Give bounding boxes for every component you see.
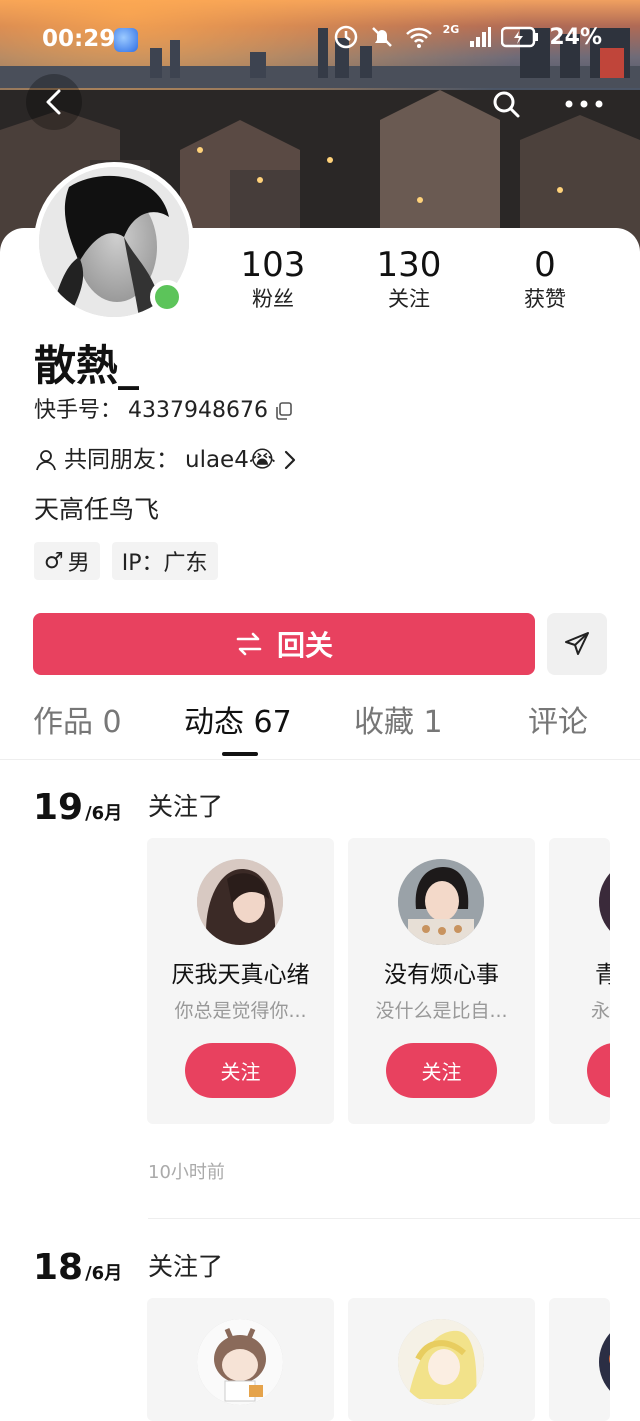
male-icon: ♂ xyxy=(44,548,64,574)
stat-label: 关注 xyxy=(388,287,430,311)
tab-moments[interactable]: 动态 67 xyxy=(184,700,292,746)
user-id-value: 4337948676 xyxy=(128,398,268,423)
follow-button[interactable]: 关注 xyxy=(386,1043,497,1098)
back-button[interactable] xyxy=(26,74,82,130)
swap-icon xyxy=(236,632,262,656)
user-avatar-image xyxy=(398,1319,484,1405)
user-card[interactable]: 厌我天真心绪 你总是觉得你... 关注 xyxy=(147,838,334,1124)
feed-date: 18/6月 xyxy=(33,1248,122,1294)
stat-value: 103 xyxy=(240,245,306,285)
profile-stats: 103 粉丝 130 关注 0 获赞 xyxy=(205,244,615,312)
battery-level: 24% xyxy=(549,24,602,50)
back-icon xyxy=(46,89,61,115)
mute-bell-icon xyxy=(371,27,392,47)
message-button[interactable] xyxy=(547,613,607,675)
wifi-icon xyxy=(405,27,432,48)
mutual-friends-row[interactable]: 共同朋友： ulae4😭 xyxy=(34,444,298,476)
user-card-avatar xyxy=(599,1319,610,1405)
tab-comments[interactable]: 评论 xyxy=(528,700,588,746)
status-bar: 00:29 2G 24% xyxy=(0,0,640,78)
user-card-partial[interactable]: 青 永 xyxy=(549,838,610,1124)
signal-icon xyxy=(470,27,492,47)
feed-date: 19/6月 xyxy=(33,788,122,834)
copy-icon[interactable] xyxy=(274,401,294,421)
gender-label: 男 xyxy=(67,551,90,576)
user-avatar-image xyxy=(599,859,610,945)
stat-label: 粉丝 xyxy=(252,287,294,311)
ip-label: IP：广东 xyxy=(121,551,208,576)
tab-active-indicator xyxy=(222,752,258,756)
profile-name: 散熱_ xyxy=(34,341,140,390)
network-type: 2G xyxy=(442,23,460,36)
profile-bio: 天高任鸟飞 xyxy=(34,495,160,524)
search-icon xyxy=(493,91,520,118)
user-card[interactable] xyxy=(348,1298,535,1421)
profile-tags: ♂ 男 IP：广东 xyxy=(34,542,218,580)
alarm-icon xyxy=(334,25,357,49)
mutual-friends-label: 共同朋友： xyxy=(64,447,179,473)
user-card-avatar xyxy=(197,859,283,945)
stat-value: 130 xyxy=(376,245,442,285)
feed-day: 19 xyxy=(33,787,84,828)
more-button[interactable] xyxy=(556,82,612,126)
chevron-right-icon xyxy=(284,450,295,470)
user-card-avatar xyxy=(197,1319,283,1405)
status-time: 00:29 xyxy=(42,26,116,52)
user-card-desc: 没什么是比自... xyxy=(375,1000,508,1022)
user-card[interactable]: 没有烦心事 没什么是比自... 关注 xyxy=(348,838,535,1124)
feed-divider xyxy=(148,1218,640,1219)
user-avatar-image xyxy=(197,859,283,945)
follow-back-label: 回关 xyxy=(276,629,333,662)
user-card-desc: 永 xyxy=(591,1000,610,1022)
search-button[interactable] xyxy=(484,82,528,126)
mutual-friends-value: ulae4😭 xyxy=(185,447,276,473)
user-card-avatar xyxy=(599,859,610,945)
follow-back-button[interactable]: 回关 xyxy=(33,613,535,675)
gender-tag: ♂ 男 xyxy=(34,542,100,580)
battery-icon xyxy=(501,26,539,48)
follow-button[interactable]: 关注 xyxy=(185,1043,296,1098)
ip-tag: IP：广东 xyxy=(111,542,218,580)
stat-followers[interactable]: 103 粉丝 xyxy=(205,244,341,312)
stat-value: 0 xyxy=(534,245,556,285)
feed-month: /6月 xyxy=(85,1263,123,1284)
feed-day: 18 xyxy=(33,1247,84,1288)
follow-button[interactable] xyxy=(587,1043,610,1098)
more-icon xyxy=(565,100,603,108)
person-icon xyxy=(36,450,56,471)
user-card-name: 青 xyxy=(595,962,610,988)
feed-month: /6月 xyxy=(85,803,123,824)
user-card-avatar xyxy=(398,859,484,945)
browser-app-icon xyxy=(114,28,138,52)
status-icons: 2G 24% xyxy=(333,24,602,50)
profile-tabs: 作品 0 动态 67 收藏 1 评论 xyxy=(0,700,640,760)
user-id-label: 快手号： xyxy=(34,398,123,423)
feed-time-ago: 10小时前 xyxy=(148,1162,225,1183)
stat-label: 获赞 xyxy=(524,287,566,311)
user-card-name: 没有烦心事 xyxy=(384,962,499,988)
online-status-dot xyxy=(150,280,184,314)
user-id-row: 快手号： 4337948676 xyxy=(34,396,294,426)
user-card-partial[interactable] xyxy=(549,1298,610,1421)
user-avatar-image xyxy=(599,1319,610,1405)
tab-favorites[interactable]: 收藏 1 xyxy=(354,700,443,746)
user-card-desc: 你总是觉得你... xyxy=(174,1000,307,1022)
user-card-avatar xyxy=(398,1319,484,1405)
stat-likes[interactable]: 0 获赞 xyxy=(477,244,613,312)
user-avatar-image xyxy=(398,859,484,945)
tab-works[interactable]: 作品 0 xyxy=(33,700,122,746)
user-card[interactable] xyxy=(147,1298,334,1421)
user-card-name: 厌我天真心绪 xyxy=(171,962,310,988)
feed-action: 关注了 xyxy=(148,1252,224,1281)
feed-action: 关注了 xyxy=(148,792,224,821)
send-icon xyxy=(565,632,589,655)
user-avatar-image xyxy=(197,1319,283,1405)
stat-following[interactable]: 130 关注 xyxy=(341,244,477,312)
